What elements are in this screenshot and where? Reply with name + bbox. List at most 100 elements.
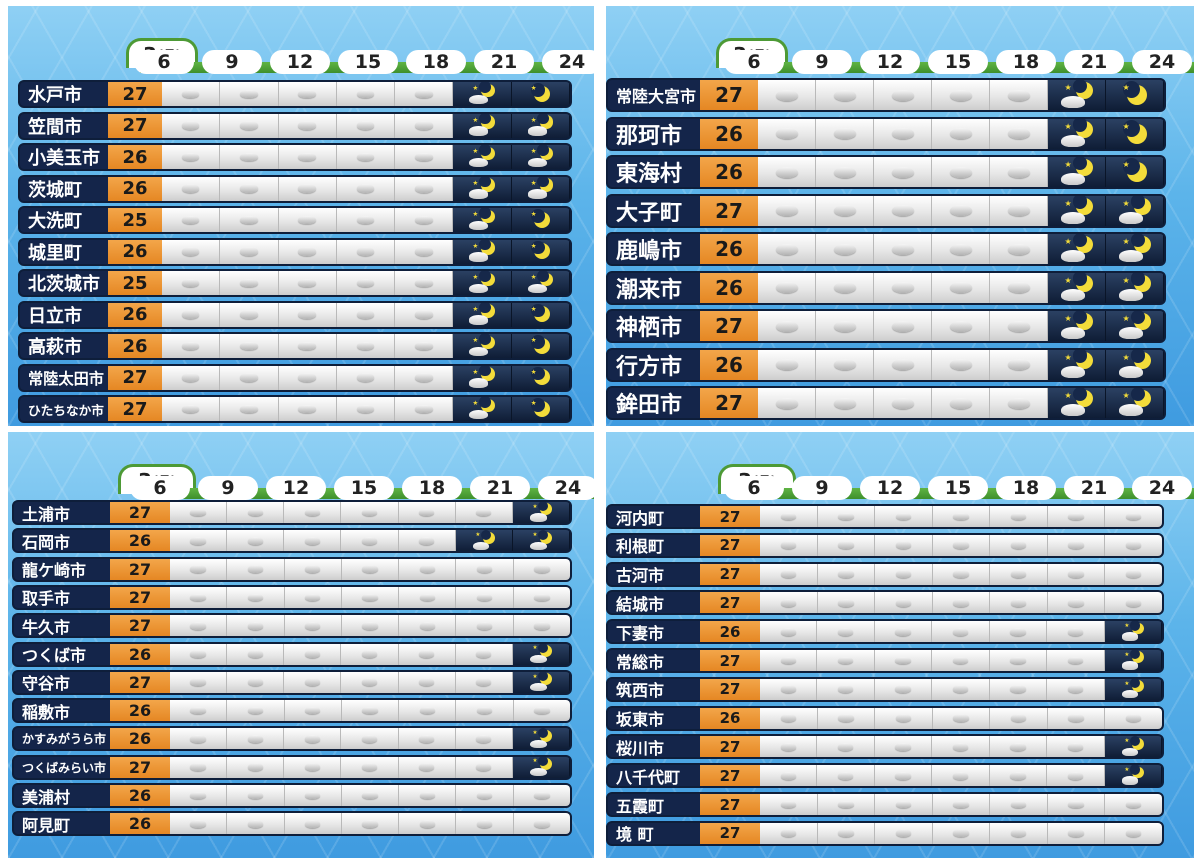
forecast-cell bbox=[874, 765, 933, 787]
forecast-cell bbox=[817, 650, 875, 671]
cloudy-icon bbox=[895, 599, 912, 607]
city-name: 小美玉市 bbox=[20, 145, 108, 169]
forecast-cell bbox=[816, 195, 874, 226]
cloudy-icon bbox=[247, 621, 264, 630]
forecast-cell bbox=[932, 707, 991, 729]
cloudy-icon bbox=[298, 121, 316, 130]
temperature-value: 25 bbox=[108, 208, 162, 232]
forecast-cell: ★ bbox=[1106, 388, 1164, 418]
forecast-cell bbox=[760, 506, 818, 527]
cloudy-icon bbox=[780, 800, 796, 809]
cloudy-icon bbox=[1068, 714, 1084, 722]
cloudy-icon bbox=[838, 541, 854, 550]
city-row: 土浦市 27 ★ bbox=[12, 500, 572, 525]
cloudy-icon bbox=[356, 184, 375, 193]
forecast-cell bbox=[817, 506, 876, 527]
hour-label: 15 bbox=[338, 50, 398, 74]
city-name: 大洗町 bbox=[20, 208, 108, 232]
cloudy-icon bbox=[780, 656, 796, 665]
forecast-cell bbox=[284, 558, 342, 580]
cloudy-icon bbox=[304, 536, 321, 545]
cloudy-icon bbox=[838, 599, 854, 607]
forecast-cell: ★ bbox=[453, 176, 512, 201]
forecast-cell: ★ bbox=[453, 145, 512, 169]
cloudy-icon bbox=[833, 205, 856, 216]
cloudy-icon bbox=[356, 247, 375, 256]
forecast-cell bbox=[341, 615, 400, 637]
forecast-cell bbox=[336, 82, 396, 106]
forecast-cell bbox=[278, 82, 337, 106]
cloudy-icon bbox=[181, 184, 200, 193]
forecast-cell bbox=[220, 334, 279, 358]
forecast-cell bbox=[990, 195, 1048, 226]
temperature-value: 27 bbox=[110, 615, 170, 637]
forecast-cell bbox=[395, 176, 454, 201]
forecast-cell bbox=[990, 311, 1048, 341]
city-name: 取手市 bbox=[14, 586, 110, 608]
forecast-cell bbox=[932, 736, 990, 758]
cloudy-icon bbox=[305, 791, 321, 800]
forecast-cell bbox=[227, 502, 285, 523]
forecast-cell: ★ bbox=[1104, 765, 1162, 787]
forecast-cell bbox=[989, 736, 1048, 758]
city-row: 守谷市 27 ★ bbox=[12, 669, 572, 695]
forecast-cell bbox=[932, 388, 990, 418]
forecast-cell bbox=[278, 271, 337, 295]
cloudy-icon bbox=[891, 89, 914, 101]
moon-cloud-icon: ★ bbox=[1118, 234, 1151, 262]
forecast-cell bbox=[513, 700, 570, 722]
city-name: 神栖市 bbox=[608, 311, 700, 341]
forecast-cell bbox=[817, 678, 875, 700]
cloudy-icon bbox=[895, 743, 911, 751]
cloudy-icon bbox=[181, 89, 200, 99]
cloudy-icon bbox=[247, 593, 264, 602]
hour-label: 18 bbox=[406, 50, 466, 74]
cloudy-icon bbox=[1010, 541, 1027, 550]
forecast-cell bbox=[220, 271, 279, 295]
forecast-cell: ★ bbox=[511, 82, 570, 106]
moon-cloud-icon: ★ bbox=[472, 530, 495, 550]
forecast-cell bbox=[162, 334, 221, 358]
cloudy-icon bbox=[1010, 743, 1026, 751]
forecast-cell bbox=[398, 728, 456, 750]
forecast-cell bbox=[513, 615, 570, 637]
cloudy-icon bbox=[895, 829, 912, 838]
forecast-cell bbox=[456, 813, 514, 835]
forecast-cell bbox=[990, 349, 1048, 380]
forecast-cell bbox=[278, 176, 337, 201]
forecast-cell: ★ bbox=[1106, 80, 1164, 110]
moon-cloud-icon: ★ bbox=[1060, 80, 1093, 108]
cloudy-icon bbox=[780, 627, 796, 636]
forecast-cell bbox=[341, 700, 400, 722]
forecast-cell bbox=[162, 176, 221, 201]
forecast-cell bbox=[341, 502, 399, 523]
moon-cloud-icon: ★ bbox=[469, 145, 495, 168]
forecast-cell bbox=[989, 621, 1048, 643]
cloudy-icon bbox=[833, 397, 856, 409]
cloudy-icon bbox=[298, 310, 316, 319]
cloudy-icon bbox=[298, 89, 316, 99]
forecast-cell bbox=[1047, 650, 1105, 671]
cloudy-icon bbox=[476, 763, 492, 772]
temperature-value: 27 bbox=[700, 311, 758, 341]
forecast-cell bbox=[932, 563, 991, 585]
city-row: 茨城町 26 ★ ★ bbox=[18, 174, 572, 203]
forecast-cell bbox=[220, 113, 279, 138]
cloudy-icon bbox=[780, 599, 796, 607]
temperature-value: 26 bbox=[110, 700, 170, 722]
cloudy-icon bbox=[1126, 570, 1142, 578]
cloudy-icon bbox=[240, 89, 258, 99]
forecast-cell bbox=[456, 558, 514, 580]
cloudy-icon bbox=[414, 278, 433, 288]
cloudy-icon bbox=[949, 128, 972, 139]
moon-cloud-icon: ★ bbox=[527, 176, 554, 199]
forecast-cell bbox=[170, 700, 228, 722]
forecast-panel: 3(月)691215182124常陸大宮市27★★那珂市26★★東海村26★★大… bbox=[606, 6, 1194, 426]
forecast-cell bbox=[341, 728, 399, 750]
hour-label: 15 bbox=[334, 476, 394, 500]
city-name: 那珂市 bbox=[608, 118, 700, 149]
forecast-cell bbox=[284, 785, 342, 806]
forecast-cell bbox=[816, 272, 874, 303]
forecast-cell bbox=[278, 208, 337, 232]
cloudy-icon bbox=[305, 819, 321, 828]
